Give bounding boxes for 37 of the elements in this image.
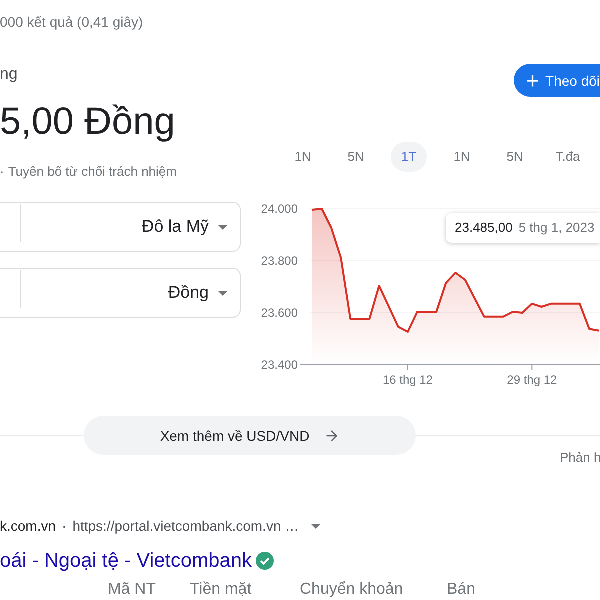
arrow-right-icon <box>324 428 340 444</box>
site-name: k.com.vn <box>0 517 56 536</box>
result-title-link[interactable]: oái - Ngoại tệ - Vietcombank <box>0 547 252 575</box>
currency-select[interactable]: Đồng <box>21 269 240 317</box>
more-button[interactable]: Xem thêm về USD/VND <box>84 416 416 455</box>
tooltip-date: 5 thg 1, 2023 <box>518 219 595 238</box>
y-axis-label: 23.800 <box>261 254 298 268</box>
caret-icon[interactable] <box>311 524 322 528</box>
separator: · <box>0 163 4 181</box>
y-axis-label: 23.600 <box>261 306 298 320</box>
column-header: Chuyển khoản <box>300 581 404 598</box>
x-axis-label: 29 thg 12 <box>507 373 558 387</box>
follow-button[interactable]: Theo dõi <box>514 64 600 97</box>
results-stats: 000 kết quả (0,41 giây) <box>0 13 144 32</box>
range-tab[interactable]: 1T <box>391 142 427 172</box>
caret-icon <box>218 224 228 230</box>
column-header: Tiền mặt <box>190 581 252 598</box>
range-tab[interactable]: 5N <box>497 142 533 172</box>
plus-icon <box>527 74 539 88</box>
result-url: https://portal.vietcombank.com.vn … <box>72 517 300 536</box>
range-tab[interactable]: 1N <box>285 142 321 172</box>
tooltip-value: 23.485,00 <box>455 219 513 238</box>
y-axis-label: 23.400 <box>261 358 298 372</box>
range-tab[interactable]: 5N <box>338 142 374 172</box>
x-axis-label: 16 thg 12 <box>382 373 433 387</box>
range-tab[interactable]: T.đa <box>550 142 586 172</box>
y-axis-label: 24.000 <box>261 202 298 216</box>
caret-icon <box>218 290 228 296</box>
disclaimer-link[interactable]: Tuyên bố từ chối trách nhiệm <box>8 162 177 182</box>
exchange-rate-value: 5,00 Đồng <box>0 100 176 145</box>
column-header: Mã NT <box>108 581 156 598</box>
separator: · <box>62 517 67 536</box>
currency-select[interactable]: Đô la Mỹ <box>21 203 240 251</box>
range-tab[interactable]: 1N <box>444 142 480 172</box>
feedback-link[interactable]: Phản h <box>560 450 600 466</box>
converter-heading: ng <box>0 65 18 85</box>
column-header: Bán <box>447 581 476 598</box>
